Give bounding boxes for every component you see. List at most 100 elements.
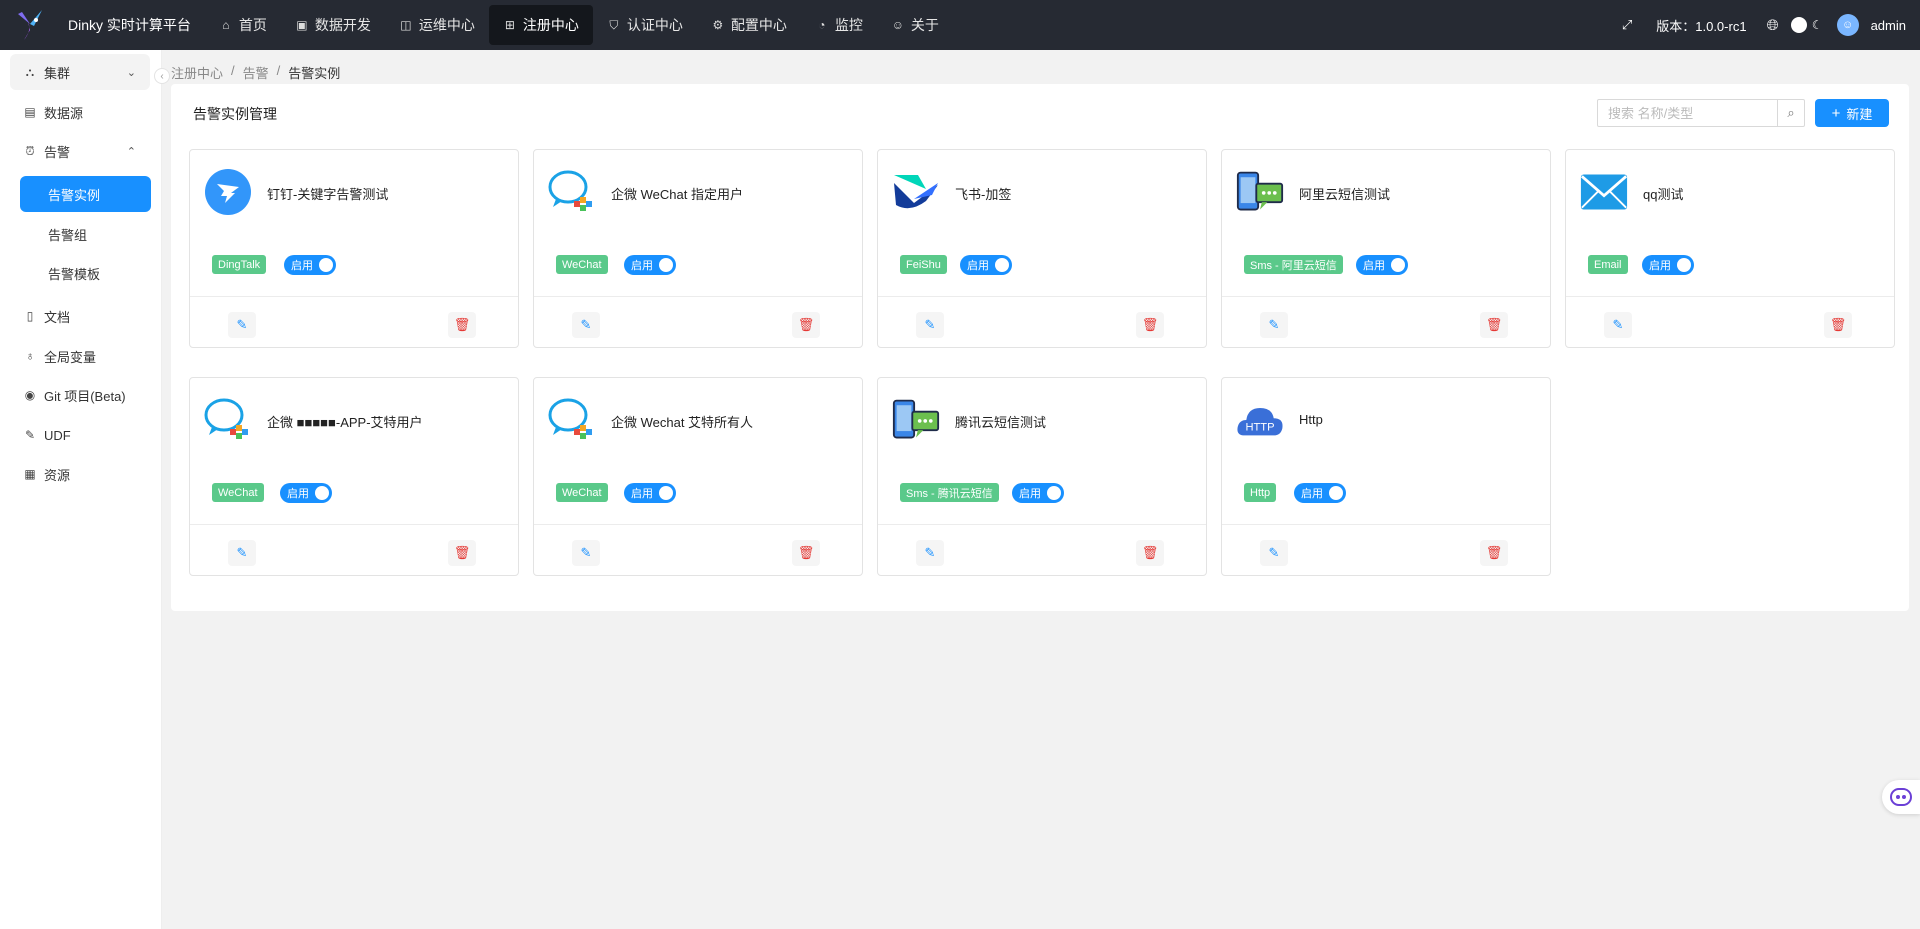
nav-config[interactable]: ⚙ 配置中心 — [697, 5, 801, 45]
delete-button[interactable]: 🗑︎ — [1824, 312, 1852, 338]
nav-monitor[interactable]: ◔ 监控 — [801, 5, 877, 45]
feishu-icon — [892, 168, 940, 216]
delete-button[interactable]: 🗑︎ — [448, 540, 476, 566]
enable-switch[interactable]: 启用 — [1294, 483, 1346, 503]
wechat-icon — [204, 396, 252, 444]
alert-card[interactable]: 钉钉-关键字告警测试 DingTalk 启用 ✎ 🗑︎ — [189, 149, 519, 348]
sidebar-item-cluster[interactable]: ⛬ 集群 ⌄ — [10, 54, 150, 90]
enable-switch[interactable]: 启用 — [624, 483, 676, 503]
brand-title[interactable]: Dinky 实时计算平台 — [68, 15, 191, 35]
language-icon[interactable]: 🌐︎ — [1767, 17, 1779, 34]
enable-switch[interactable]: 启用 — [624, 255, 676, 275]
card-body: qq测试 Email 启用 — [1566, 150, 1894, 297]
delete-button[interactable]: 🗑︎ — [792, 312, 820, 338]
switch-knob — [659, 486, 673, 500]
theme-toggle[interactable]: ☾ — [1790, 17, 1825, 33]
dinky-logo-icon[interactable] — [12, 7, 48, 43]
enable-switch[interactable]: 启用 — [1356, 255, 1408, 275]
header-tools: ⤢ 版本：1.0.0-rc1 🌐︎ ☾ ☺ admin — [1622, 14, 1920, 36]
card-title: 钉钉-关键字告警测试 — [267, 187, 389, 202]
type-tag: Sms - 阿里云短信 — [1244, 255, 1343, 274]
edit-button[interactable]: ✎ — [572, 312, 600, 338]
trash-icon: 🗑︎ — [1485, 545, 1503, 560]
breadcrumb-item[interactable]: 注册中心 — [171, 63, 223, 82]
enable-switch[interactable]: 启用 — [284, 255, 336, 275]
type-tag: FeiShu — [900, 255, 947, 274]
switch-label: 启用 — [1649, 260, 1671, 272]
delete-button[interactable]: 🗑︎ — [1480, 312, 1508, 338]
version-label: 版本：1.0.0-rc1 — [1656, 18, 1747, 34]
edit-button[interactable]: ✎ — [572, 540, 600, 566]
edit-button[interactable]: ✎ — [1260, 540, 1288, 566]
switch-knob — [995, 258, 1009, 272]
switch-knob — [1677, 258, 1691, 272]
sidebar-sub-alert-template[interactable]: 告警模板 — [20, 255, 151, 291]
dashboard-icon: ◔ — [818, 18, 826, 32]
card-title: 企微 Wechat 艾特所有人 — [611, 415, 754, 430]
nav-registry[interactable]: ⊞ 注册中心 — [488, 5, 593, 45]
search-button[interactable]: ⌕ — [1777, 99, 1805, 127]
type-tag: Http — [1244, 483, 1277, 502]
type-tag: WeChat — [212, 483, 264, 502]
alert-card[interactable]: 企微 ■■■■■-APP-艾特用户 WeChat 启用 ✎ 🗑︎ — [189, 377, 519, 576]
search-icon: ⌕ — [1787, 105, 1795, 120]
alert-card[interactable]: 企微 Wechat 艾特所有人 WeChat 启用 ✎ 🗑︎ — [533, 377, 863, 576]
new-button[interactable]: + 新建 — [1815, 99, 1889, 127]
delete-button[interactable]: 🗑︎ — [1136, 312, 1164, 338]
alert-card[interactable]: 飞书-加签 FeiShu 启用 ✎ 🗑︎ — [877, 149, 1207, 348]
avatar[interactable]: ☺ — [1836, 14, 1859, 36]
enable-switch[interactable]: 启用 — [1012, 483, 1064, 503]
trash-icon: 🗑︎ — [453, 545, 471, 560]
switch-label: 启用 — [631, 260, 653, 272]
username[interactable]: admin — [1871, 18, 1906, 33]
nav-about[interactable]: ☺ 关于 — [877, 5, 953, 45]
nav-auth[interactable]: ⛉ 认证中心 — [593, 5, 697, 45]
card-body: 腾讯云短信测试 Sms - 腾讯云短信 启用 — [878, 378, 1206, 525]
alert-card[interactable]: 阿里云短信测试 Sms - 阿里云短信 启用 ✎ 🗑︎ — [1221, 149, 1551, 348]
sidebar-sub-alert-group[interactable]: 告警组 — [20, 216, 151, 252]
nav-home[interactable]: ⌂ 首页 — [205, 5, 281, 45]
enable-switch[interactable]: 启用 — [960, 255, 1012, 275]
assistant-float-button[interactable] — [1882, 780, 1920, 814]
alert-card[interactable]: 企微 WeChat 指定用户 WeChat 启用 ✎ 🗑︎ — [533, 149, 863, 348]
sidebar-item-docs[interactable]: ▯ 文档 — [10, 298, 150, 334]
sidebar-item-datasource[interactable]: ▤ 数据源 — [10, 94, 150, 130]
type-tag: WeChat — [556, 483, 608, 502]
delete-button[interactable]: 🗑︎ — [1480, 540, 1508, 566]
edit-button[interactable]: ✎ — [1604, 312, 1632, 338]
sidebar-item-alert[interactable]: ⏰︎ 告警 ⌃ — [10, 133, 150, 169]
alert-card[interactable]: HTTP Http Http 启用 ✎ 🗑︎ — [1221, 377, 1551, 576]
smile-icon: ☺ — [891, 18, 905, 32]
sidebar-item-variables[interactable]: ♁ 全局变量 — [10, 338, 150, 374]
enable-switch[interactable]: 启用 — [280, 483, 332, 503]
alert-card[interactable]: qq测试 Email 启用 ✎ 🗑︎ — [1565, 149, 1895, 348]
switch-label: 启用 — [1019, 488, 1041, 500]
enable-switch[interactable]: 启用 — [1642, 255, 1694, 275]
edit-button[interactable]: ✎ — [1260, 312, 1288, 338]
nav-ops[interactable]: ◫ 运维中心 — [385, 5, 489, 45]
edit-button[interactable]: ✎ — [228, 312, 256, 338]
delete-button[interactable]: 🗑︎ — [1136, 540, 1164, 566]
search-input[interactable] — [1597, 99, 1778, 127]
nav-label: 注册中心 — [522, 17, 579, 33]
delete-button[interactable]: 🗑︎ — [792, 540, 820, 566]
sidebar-item-label: Git 项目(Beta) — [44, 388, 126, 404]
alert-card[interactable]: 腾讯云短信测试 Sms - 腾讯云短信 启用 ✎ 🗑︎ — [877, 377, 1207, 576]
github-icon: ◉ — [24, 388, 36, 402]
wechat-icon — [548, 168, 596, 216]
robot-icon — [1890, 788, 1912, 806]
fullscreen-icon[interactable]: ⤢ — [1622, 17, 1632, 33]
sidebar-item-git[interactable]: ◉ Git 项目(Beta) — [10, 377, 150, 413]
sidebar-sub-alert-instance[interactable]: 告警实例 — [20, 176, 151, 212]
edit-button[interactable]: ✎ — [916, 312, 944, 338]
sidebar-item-resource[interactable]: ▦ 资源 — [10, 456, 150, 492]
delete-button[interactable]: 🗑︎ — [448, 312, 476, 338]
sidebar-item-udf[interactable]: ✎ UDF — [10, 417, 150, 453]
edit-button[interactable]: ✎ — [916, 540, 944, 566]
code-icon: ▣ — [296, 18, 308, 32]
edit-button[interactable]: ✎ — [228, 540, 256, 566]
sidebar-collapse-button[interactable]: ‹ — [154, 68, 170, 84]
breadcrumb-item[interactable]: 告警 — [243, 63, 269, 82]
nav-data-dev[interactable]: ▣ 数据开发 — [281, 5, 385, 45]
trash-icon: 🗑︎ — [1141, 545, 1159, 560]
